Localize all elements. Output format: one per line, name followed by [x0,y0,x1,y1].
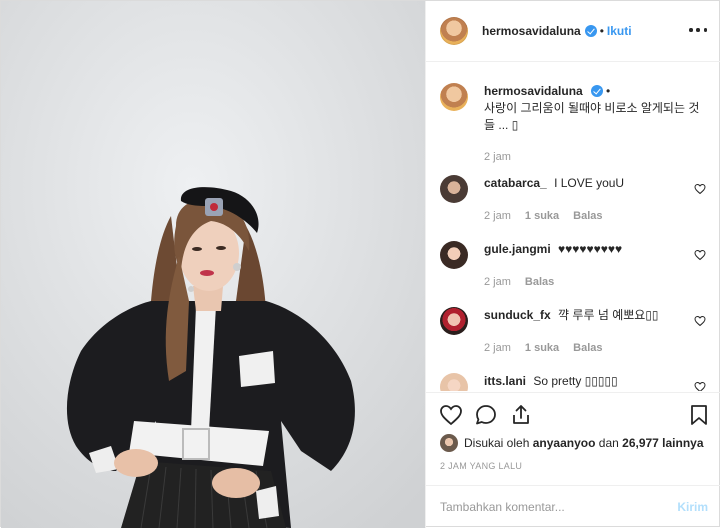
liker-username[interactable]: anyaanyoo [533,436,596,450]
comment-username[interactable]: sunduck_fx [484,308,551,322]
action-bar [426,392,720,434]
comment-username[interactable]: gule.jangmi [484,242,551,256]
heart-icon[interactable] [439,403,463,427]
likes-conj: dan [598,436,619,450]
comment-time: 2 jam [484,276,511,288]
reply-button[interactable]: Balas [573,342,602,354]
comment-likes[interactable]: 1 suka [525,210,559,222]
comment-icon[interactable] [474,403,498,427]
comment-time: 2 jam [484,342,511,354]
author-avatar[interactable] [440,17,468,45]
post-dialog: hermosavidaluna • Ikuti hermosavidaluna … [0,0,720,528]
reply-button[interactable]: Balas [525,276,554,288]
comment-text: So pretty ▯▯▯▯▯ [533,374,618,388]
post-timestamp[interactable]: 2 JAM YANG LALU [440,461,522,471]
likes-prefix: Disukai oleh [464,436,530,450]
heart-icon[interactable] [694,249,706,261]
post-side-panel: hermosavidaluna • Ikuti hermosavidaluna … [425,1,720,528]
post-photo [1,1,425,528]
comment-text: I LOVE youU [554,176,625,190]
share-icon[interactable] [509,403,533,427]
caption-time: 2 jam [484,151,511,163]
comment-list[interactable]: hermosavidaluna • 사랑이 그리움이 될때야 비로소 알게되는 … [426,63,720,391]
commenter-avatar[interactable] [440,241,468,269]
more-icon[interactable] [689,23,707,37]
add-comment-bar: Kirim [426,485,720,528]
caption-username[interactable]: hermosavidaluna [484,84,583,98]
comment-username[interactable]: itts.lani [484,374,526,388]
caption: hermosavidaluna • 사랑이 그리움이 될때야 비로소 알게되는 … [440,83,708,175]
post-header: hermosavidaluna • Ikuti [426,1,720,62]
author-username[interactable]: hermosavidaluna [482,24,581,38]
comment-likes[interactable]: 1 suka [525,342,559,354]
reply-button[interactable]: Balas [573,210,602,222]
comment-text: ♥♥♥♥♥♥♥♥♥ [558,242,623,256]
commenter-avatar[interactable] [440,175,468,203]
comment-text: 꺅 루루 넘 예뽀요▯▯ [558,308,659,322]
woman-photo [1,1,425,528]
heart-icon[interactable] [694,315,706,327]
verified-badge-icon [590,85,603,97]
heart-icon[interactable] [694,183,706,195]
comment-input[interactable] [440,500,660,514]
separator-dot: • [606,84,611,98]
verified-badge-icon [584,25,597,37]
bookmark-icon[interactable] [687,403,711,427]
comment-item: itts.lani So pretty ▯▯▯▯▯ [440,373,708,391]
liker-avatar[interactable] [440,434,458,452]
comment-time: 2 jam [484,210,511,222]
likes-summary: Disukai oleh anyaanyoo dan 26,977 lainny… [440,434,704,452]
separator-dot: • [599,24,604,38]
caption-text: 사랑이 그리움이 될때야 비로소 알게되는 것들 ... ▯ [484,101,700,132]
commenter-avatar[interactable] [440,307,468,335]
comment-item: catabarca_ I LOVE youU 2 jam 1 suka Bala… [440,175,708,241]
heart-icon[interactable] [694,381,706,391]
comment-item: gule.jangmi ♥♥♥♥♥♥♥♥♥ 2 jam Balas [440,241,708,307]
likes-count[interactable]: 26,977 lainnya [622,436,703,450]
caption-avatar[interactable] [440,83,468,111]
follow-button[interactable]: Ikuti [607,24,632,38]
comment-item: sunduck_fx 꺅 루루 넘 예뽀요▯▯ 2 jam 1 suka Bal… [440,307,708,373]
post-comment-button[interactable]: Kirim [677,500,708,514]
comment-username[interactable]: catabarca_ [484,176,547,190]
commenter-avatar[interactable] [440,373,468,391]
